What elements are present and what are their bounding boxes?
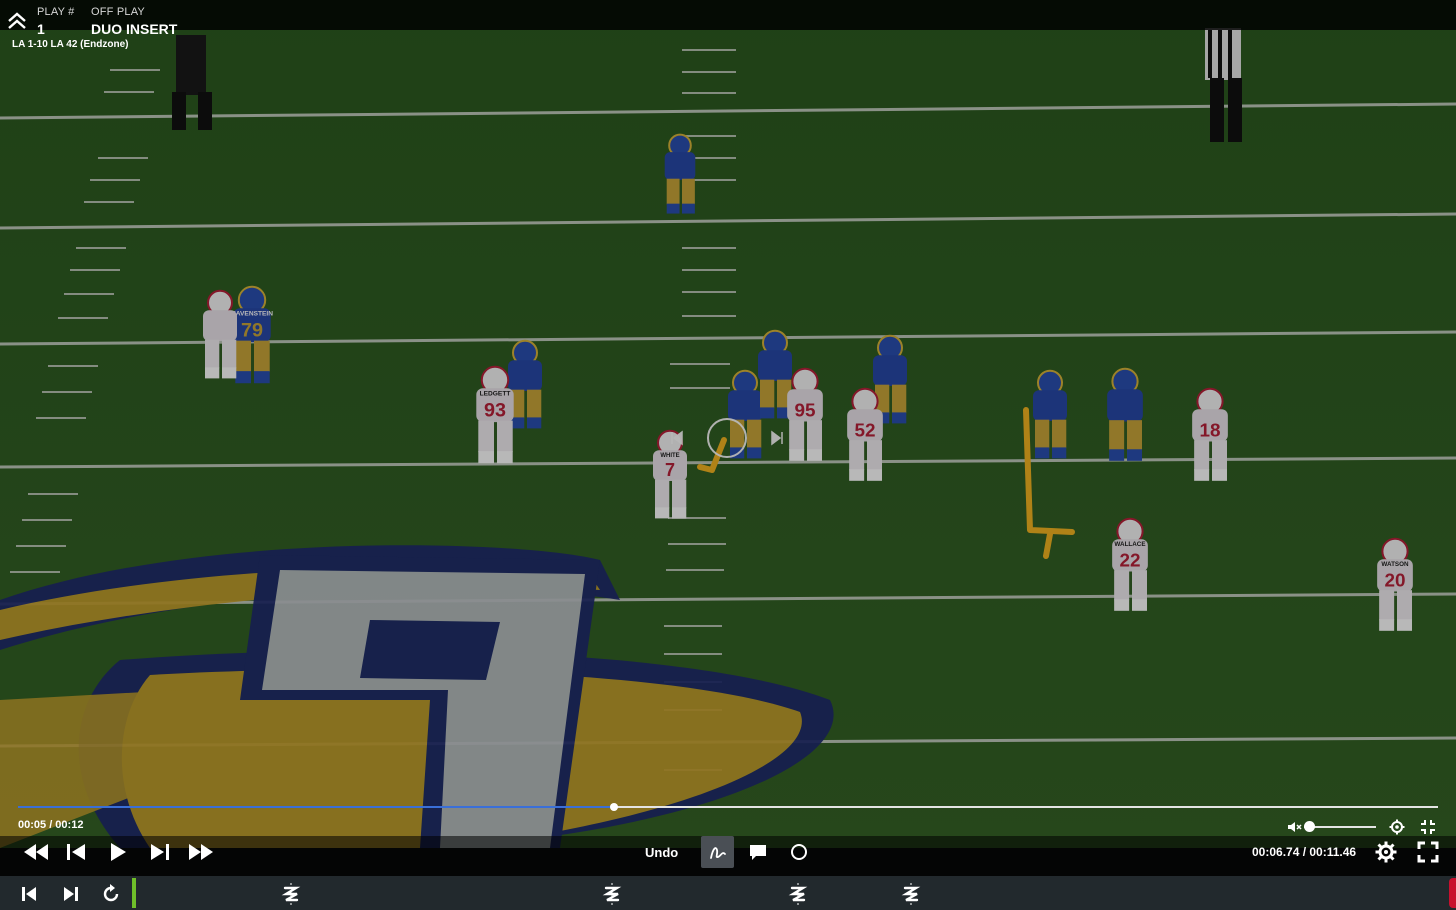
gear-icon[interactable] (1374, 840, 1398, 864)
jersey-number: 7 (665, 460, 675, 480)
elapsed-time: 00:05 / 00:12 (18, 819, 84, 831)
play-info-bar (0, 0, 1456, 30)
circle-shape-icon[interactable] (789, 842, 809, 862)
clip-start-marker (132, 878, 136, 908)
jersey-nameplate: LEDGETT (480, 390, 511, 397)
mute-icon[interactable] (1286, 819, 1302, 835)
freehand-draw-icon[interactable] (701, 836, 734, 868)
telestration-marker-icon[interactable] (602, 883, 622, 905)
jersey-number: 22 (1119, 550, 1140, 571)
step-forward-icon[interactable] (148, 840, 172, 864)
play-icon[interactable] (106, 840, 130, 864)
telestration-marker-icon[interactable] (281, 883, 301, 905)
telestration-marker-icon[interactable] (901, 883, 921, 905)
chevron-double-up-icon[interactable] (6, 10, 28, 32)
offensive-play-label: OFF PLAY (91, 6, 145, 18)
jersey-nameplate: HAVENSTEIN (231, 310, 273, 317)
skip-start-icon[interactable] (18, 883, 40, 905)
jersey-number: 20 (1384, 570, 1405, 591)
skip-end-icon[interactable] (60, 883, 82, 905)
jersey-number: 79 (241, 320, 263, 342)
telestration-marker-icon[interactable] (788, 883, 808, 905)
play-number-label: PLAY # (37, 6, 75, 18)
jersey-number: 18 (1199, 420, 1220, 441)
clip-end-marker (1449, 878, 1456, 908)
jersey-number: 95 (794, 400, 815, 421)
jersey-number: 93 (484, 400, 506, 422)
jersey-nameplate: WATSON (1381, 561, 1409, 568)
fast-forward-icon[interactable] (187, 840, 215, 864)
jersey-number: 52 (854, 420, 875, 441)
video-progress-bar[interactable] (18, 803, 1438, 811)
frame-timecode: 00:06.74 / 00:11.46 (1252, 845, 1357, 859)
volume-thumb[interactable] (1304, 821, 1315, 832)
play-number: 1 (37, 21, 45, 37)
exit-fullscreen-icon[interactable] (1420, 819, 1436, 835)
jersey-nameplate: WHITE (660, 453, 679, 459)
down-distance-situation: LA 1-10 LA 42 (Endzone) (12, 39, 129, 50)
step-back-icon[interactable] (64, 840, 88, 864)
replay-icon[interactable] (100, 883, 122, 905)
clip-strip[interactable] (0, 876, 1456, 910)
jersey-nameplate: WALLACE (1114, 541, 1145, 548)
rewind-icon[interactable] (22, 840, 50, 864)
official-right (1205, 28, 1242, 142)
football-field: 79 HAVENSTEIN 93 LEDGETT 7WHITE 95 52 18 22 WALLA… (0, 0, 1456, 848)
offensive-play-name: DUO INSERT (91, 21, 178, 37)
fullscreen-icon[interactable] (1416, 840, 1440, 864)
gear-icon[interactable] (1389, 819, 1405, 835)
video-frame[interactable]: 79 HAVENSTEIN 93 LEDGETT 7 WHITE 95 52 18 22 WALLA… (0, 0, 1456, 848)
undo-button[interactable]: Undo (645, 845, 678, 860)
progress-fill (18, 806, 615, 808)
comment-icon[interactable] (748, 842, 768, 862)
